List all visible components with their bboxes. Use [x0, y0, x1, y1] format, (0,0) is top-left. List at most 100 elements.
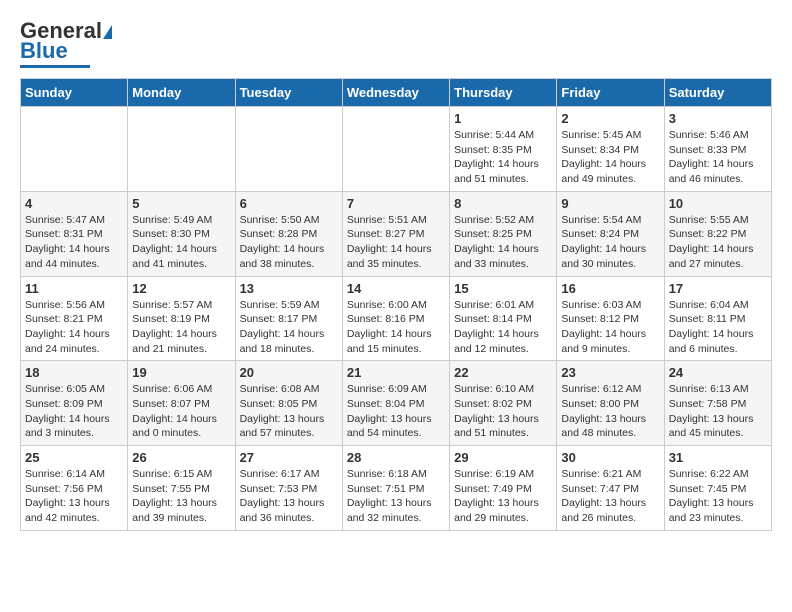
calendar-cell: 23 Sunrise: 6:12 AM Sunset: 8:00 PM Dayli… — [557, 361, 664, 446]
day-number: 19 — [132, 365, 230, 380]
calendar-cell: 22 Sunrise: 6:10 AM Sunset: 8:02 PM Dayli… — [450, 361, 557, 446]
day-number: 30 — [561, 450, 659, 465]
day-detail: Sunrise: 5:57 AM Sunset: 8:19 PM Dayligh… — [132, 298, 230, 357]
calendar-cell — [128, 107, 235, 192]
day-number: 16 — [561, 281, 659, 296]
day-number: 8 — [454, 196, 552, 211]
calendar-cell: 2Sunrise: 5:45 AM Sunset: 8:34 PM Daylig… — [557, 107, 664, 192]
day-detail: Sunrise: 5:47 AM Sunset: 8:31 PM Dayligh… — [25, 213, 123, 272]
day-number: 3 — [669, 111, 767, 126]
day-detail: Sunrise: 6:13 AM Sunset: 7:58 PM Dayligh… — [669, 382, 767, 441]
calendar-cell: 28Sunrise: 6:18 AM Sunset: 7:51 PM Dayli… — [342, 446, 449, 531]
day-detail: Sunrise: 6:06 AM Sunset: 8:07 PM Dayligh… — [132, 382, 230, 441]
calendar-week-row: 18 Sunrise: 6:05 AM Sunset: 8:09 PM Dayli… — [21, 361, 772, 446]
day-of-week-header: Friday — [557, 79, 664, 107]
calendar-cell: 18 Sunrise: 6:05 AM Sunset: 8:09 PM Dayli… — [21, 361, 128, 446]
calendar-week-row: 25 Sunrise: 6:14 AM Sunset: 7:56 PM Dayli… — [21, 446, 772, 531]
day-detail: Sunrise: 5:46 AM Sunset: 8:33 PM Dayligh… — [669, 128, 767, 187]
day-number: 24 — [669, 365, 767, 380]
calendar-cell: 5Sunrise: 5:49 AM Sunset: 8:30 PM Daylig… — [128, 191, 235, 276]
calendar-cell: 27 Sunrise: 6:17 AM Sunset: 7:53 PM Dayli… — [235, 446, 342, 531]
day-number: 28 — [347, 450, 445, 465]
day-of-week-header: Monday — [128, 79, 235, 107]
day-of-week-header: Tuesday — [235, 79, 342, 107]
day-number: 15 — [454, 281, 552, 296]
day-detail: Sunrise: 6:14 AM Sunset: 7:56 PM Dayligh… — [25, 467, 123, 526]
day-detail: Sunrise: 5:50 AM Sunset: 8:28 PM Dayligh… — [240, 213, 338, 272]
day-detail: Sunrise: 5:44 AM Sunset: 8:35 PM Dayligh… — [454, 128, 552, 187]
calendar-cell: 11Sunrise: 5:56 AM Sunset: 8:21 PM Dayli… — [21, 276, 128, 361]
logo: General Blue — [20, 20, 112, 68]
calendar-cell: 25 Sunrise: 6:14 AM Sunset: 7:56 PM Dayli… — [21, 446, 128, 531]
calendar-cell: 24 Sunrise: 6:13 AM Sunset: 7:58 PM Dayli… — [664, 361, 771, 446]
page-header: General Blue — [20, 20, 772, 68]
calendar-cell: 12 Sunrise: 5:57 AM Sunset: 8:19 PM Dayli… — [128, 276, 235, 361]
day-detail: Sunrise: 6:10 AM Sunset: 8:02 PM Dayligh… — [454, 382, 552, 441]
calendar-cell: 1 Sunrise: 5:44 AM Sunset: 8:35 PM Daylig… — [450, 107, 557, 192]
day-detail: Sunrise: 6:00 AM Sunset: 8:16 PM Dayligh… — [347, 298, 445, 357]
calendar-cell: 26 Sunrise: 6:15 AM Sunset: 7:55 PM Dayli… — [128, 446, 235, 531]
calendar-week-row: 11Sunrise: 5:56 AM Sunset: 8:21 PM Dayli… — [21, 276, 772, 361]
day-number: 26 — [132, 450, 230, 465]
calendar-header-row: SundayMondayTuesdayWednesdayThursdayFrid… — [21, 79, 772, 107]
day-detail: Sunrise: 5:51 AM Sunset: 8:27 PM Dayligh… — [347, 213, 445, 272]
day-number: 7 — [347, 196, 445, 211]
day-number: 6 — [240, 196, 338, 211]
day-number: 21 — [347, 365, 445, 380]
day-number: 13 — [240, 281, 338, 296]
calendar-table: SundayMondayTuesdayWednesdayThursdayFrid… — [20, 78, 772, 531]
day-detail: Sunrise: 5:59 AM Sunset: 8:17 PM Dayligh… — [240, 298, 338, 357]
day-number: 2 — [561, 111, 659, 126]
day-number: 10 — [669, 196, 767, 211]
calendar-week-row: 4 Sunrise: 5:47 AM Sunset: 8:31 PM Daylig… — [21, 191, 772, 276]
day-number: 22 — [454, 365, 552, 380]
day-of-week-header: Thursday — [450, 79, 557, 107]
day-detail: Sunrise: 6:08 AM Sunset: 8:05 PM Dayligh… — [240, 382, 338, 441]
day-detail: Sunrise: 6:04 AM Sunset: 8:11 PM Dayligh… — [669, 298, 767, 357]
day-detail: Sunrise: 5:54 AM Sunset: 8:24 PM Dayligh… — [561, 213, 659, 272]
day-number: 27 — [240, 450, 338, 465]
calendar-cell: 4 Sunrise: 5:47 AM Sunset: 8:31 PM Daylig… — [21, 191, 128, 276]
day-detail: Sunrise: 6:22 AM Sunset: 7:45 PM Dayligh… — [669, 467, 767, 526]
day-detail: Sunrise: 5:52 AM Sunset: 8:25 PM Dayligh… — [454, 213, 552, 272]
calendar-cell: 9 Sunrise: 5:54 AM Sunset: 8:24 PM Daylig… — [557, 191, 664, 276]
day-number: 4 — [25, 196, 123, 211]
calendar-cell: 21Sunrise: 6:09 AM Sunset: 8:04 PM Dayli… — [342, 361, 449, 446]
calendar-cell: 17Sunrise: 6:04 AM Sunset: 8:11 PM Dayli… — [664, 276, 771, 361]
day-detail: Sunrise: 6:05 AM Sunset: 8:09 PM Dayligh… — [25, 382, 123, 441]
day-of-week-header: Wednesday — [342, 79, 449, 107]
day-number: 23 — [561, 365, 659, 380]
day-number: 12 — [132, 281, 230, 296]
calendar-cell: 30 Sunrise: 6:21 AM Sunset: 7:47 PM Dayli… — [557, 446, 664, 531]
calendar-cell: 7 Sunrise: 5:51 AM Sunset: 8:27 PM Daylig… — [342, 191, 449, 276]
day-detail: Sunrise: 5:55 AM Sunset: 8:22 PM Dayligh… — [669, 213, 767, 272]
calendar-cell: 8 Sunrise: 5:52 AM Sunset: 8:25 PM Daylig… — [450, 191, 557, 276]
day-detail: Sunrise: 6:12 AM Sunset: 8:00 PM Dayligh… — [561, 382, 659, 441]
calendar-cell — [342, 107, 449, 192]
day-detail: Sunrise: 5:56 AM Sunset: 8:21 PM Dayligh… — [25, 298, 123, 357]
day-number: 31 — [669, 450, 767, 465]
calendar-cell: 6 Sunrise: 5:50 AM Sunset: 8:28 PM Daylig… — [235, 191, 342, 276]
calendar-cell: 3 Sunrise: 5:46 AM Sunset: 8:33 PM Daylig… — [664, 107, 771, 192]
calendar-cell: 31 Sunrise: 6:22 AM Sunset: 7:45 PM Dayli… — [664, 446, 771, 531]
day-number: 20 — [240, 365, 338, 380]
day-number: 9 — [561, 196, 659, 211]
day-detail: Sunrise: 6:19 AM Sunset: 7:49 PM Dayligh… — [454, 467, 552, 526]
calendar-cell — [235, 107, 342, 192]
day-detail: Sunrise: 6:15 AM Sunset: 7:55 PM Dayligh… — [132, 467, 230, 526]
calendar-cell: 16Sunrise: 6:03 AM Sunset: 8:12 PM Dayli… — [557, 276, 664, 361]
day-number: 5 — [132, 196, 230, 211]
calendar-week-row: 1 Sunrise: 5:44 AM Sunset: 8:35 PM Daylig… — [21, 107, 772, 192]
day-number: 18 — [25, 365, 123, 380]
day-detail: Sunrise: 6:01 AM Sunset: 8:14 PM Dayligh… — [454, 298, 552, 357]
day-number: 29 — [454, 450, 552, 465]
day-number: 14 — [347, 281, 445, 296]
calendar-cell: 13 Sunrise: 5:59 AM Sunset: 8:17 PM Dayli… — [235, 276, 342, 361]
day-number: 1 — [454, 111, 552, 126]
calendar-cell: 19 Sunrise: 6:06 AM Sunset: 8:07 PM Dayli… — [128, 361, 235, 446]
calendar-cell — [21, 107, 128, 192]
logo-underline — [20, 65, 90, 68]
day-detail: Sunrise: 6:21 AM Sunset: 7:47 PM Dayligh… — [561, 467, 659, 526]
day-number: 25 — [25, 450, 123, 465]
day-detail: Sunrise: 6:17 AM Sunset: 7:53 PM Dayligh… — [240, 467, 338, 526]
